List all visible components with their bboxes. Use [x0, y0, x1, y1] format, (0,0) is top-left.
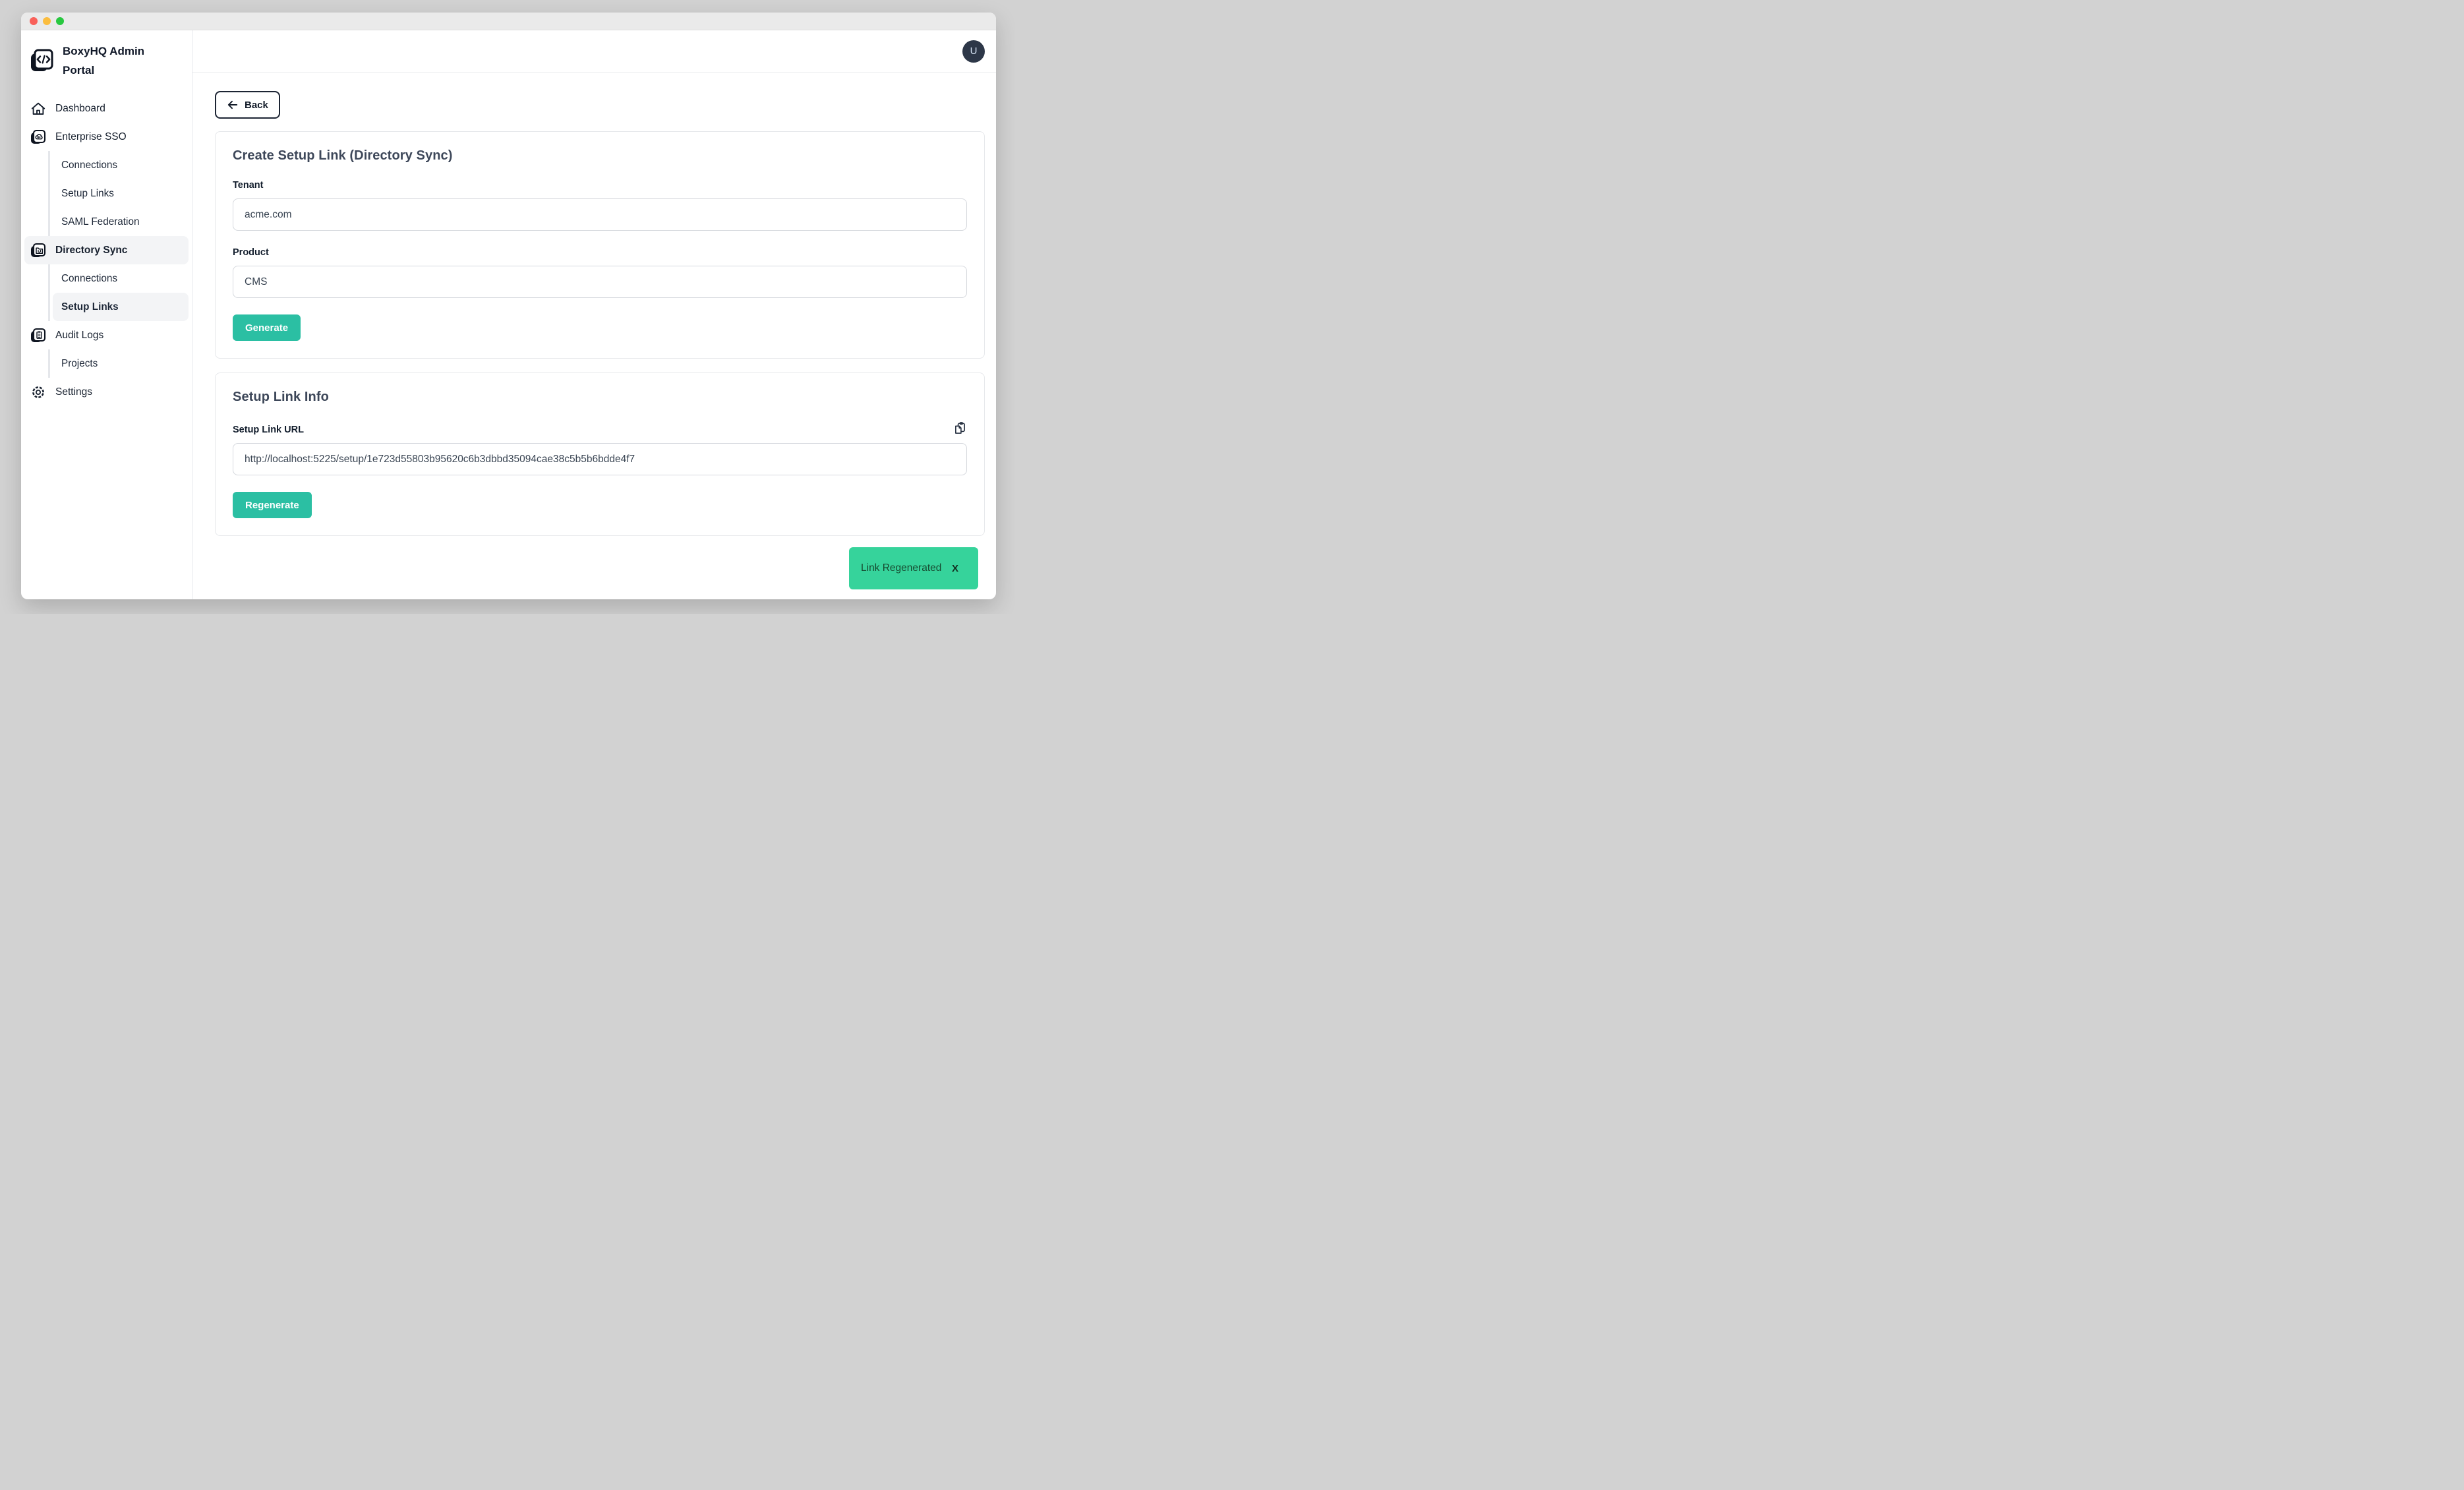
sso-cloud-badge-icon: [30, 129, 47, 146]
sidebar-item-sso-setup-links[interactable]: Setup Links: [53, 179, 189, 208]
sidebar-subnav-enterprise-sso: Connections Setup Links SAML Federation: [48, 151, 189, 236]
sidebar-item-sso-connections[interactable]: Connections: [53, 151, 189, 179]
sidebar-item-projects[interactable]: Projects: [53, 349, 189, 378]
avatar[interactable]: U: [962, 40, 985, 63]
tenant-label: Tenant: [233, 180, 967, 191]
back-button[interactable]: Back: [215, 91, 280, 119]
brand: BoxyHQ Admin Portal: [24, 40, 189, 80]
clipboard-copy-icon[interactable]: [953, 421, 967, 435]
sidebar-item-dsync-connections[interactable]: Connections: [53, 264, 189, 293]
directory-folder-badge-icon: [30, 242, 47, 259]
code-badge-icon: [28, 47, 55, 74]
sidebar-item-label: Setup Links: [61, 188, 114, 200]
window-titlebar: [21, 13, 996, 30]
desktop-background: BoxyHQ Admin Portal Dashboard: [0, 0, 1015, 614]
app-window: BoxyHQ Admin Portal Dashboard: [21, 13, 996, 599]
sidebar: BoxyHQ Admin Portal Dashboard: [21, 30, 192, 599]
page-content: Back Create Setup Link (Directory Sync) …: [192, 73, 996, 599]
sidebar-item-audit-logs[interactable]: Audit Logs: [24, 321, 189, 349]
create-setup-link-card: Create Setup Link (Directory Sync) Tenan…: [215, 131, 985, 359]
sidebar-subnav-audit-logs: Projects: [48, 349, 189, 378]
card-title: Create Setup Link (Directory Sync): [233, 148, 967, 164]
home-icon: [30, 101, 47, 117]
sidebar-item-dsync-setup-links[interactable]: Setup Links: [53, 293, 189, 321]
toast-notification: Link Regenerated X: [849, 547, 978, 589]
product-label: Product: [233, 247, 967, 258]
sidebar-item-saml-federation[interactable]: SAML Federation: [53, 208, 189, 236]
sidebar-item-label: Connections: [61, 160, 117, 171]
top-header: U: [192, 30, 996, 73]
zoom-window-icon[interactable]: [56, 17, 64, 25]
sidebar-item-label: Audit Logs: [55, 330, 103, 342]
generate-button[interactable]: Generate: [233, 314, 301, 341]
regenerate-button[interactable]: Regenerate: [233, 492, 312, 518]
gear-icon: [30, 384, 47, 400]
sidebar-item-label: SAML Federation: [61, 216, 139, 228]
sidebar-item-label: Directory Sync: [55, 245, 127, 256]
toast-close-button[interactable]: X: [952, 563, 958, 574]
arrow-left-icon: [227, 99, 239, 111]
sidebar-item-label: Connections: [61, 273, 117, 285]
sidebar-item-dashboard[interactable]: Dashboard: [24, 94, 189, 123]
sidebar-item-directory-sync[interactable]: Directory Sync: [24, 236, 189, 264]
tenant-input[interactable]: [233, 198, 967, 231]
setup-link-url-input[interactable]: [233, 443, 967, 475]
brand-title: BoxyHQ Admin Portal: [63, 42, 161, 80]
sidebar-item-label: Setup Links: [61, 301, 119, 313]
audit-clipboard-badge-icon: [30, 327, 47, 344]
sidebar-item-label: Enterprise SSO: [55, 131, 127, 143]
setup-link-info-card: Setup Link Info Setup Link URL: [215, 372, 985, 536]
main-area: U Back Create Setup Link (Directory Syn: [192, 30, 996, 599]
setup-link-url-label: Setup Link URL: [233, 425, 304, 435]
product-input[interactable]: [233, 266, 967, 298]
sidebar-item-label: Dashboard: [55, 103, 105, 115]
sidebar-item-label: Projects: [61, 358, 98, 370]
close-window-icon[interactable]: [30, 17, 38, 25]
card-title: Setup Link Info: [233, 390, 967, 405]
back-button-label: Back: [245, 100, 268, 111]
sidebar-subnav-directory-sync: Connections Setup Links: [48, 264, 189, 321]
minimize-window-icon[interactable]: [43, 17, 51, 25]
sidebar-item-settings[interactable]: Settings: [24, 378, 189, 406]
sidebar-item-enterprise-sso[interactable]: Enterprise SSO: [24, 123, 189, 151]
toast-message: Link Regenerated: [861, 562, 941, 574]
sidebar-item-label: Settings: [55, 386, 92, 398]
